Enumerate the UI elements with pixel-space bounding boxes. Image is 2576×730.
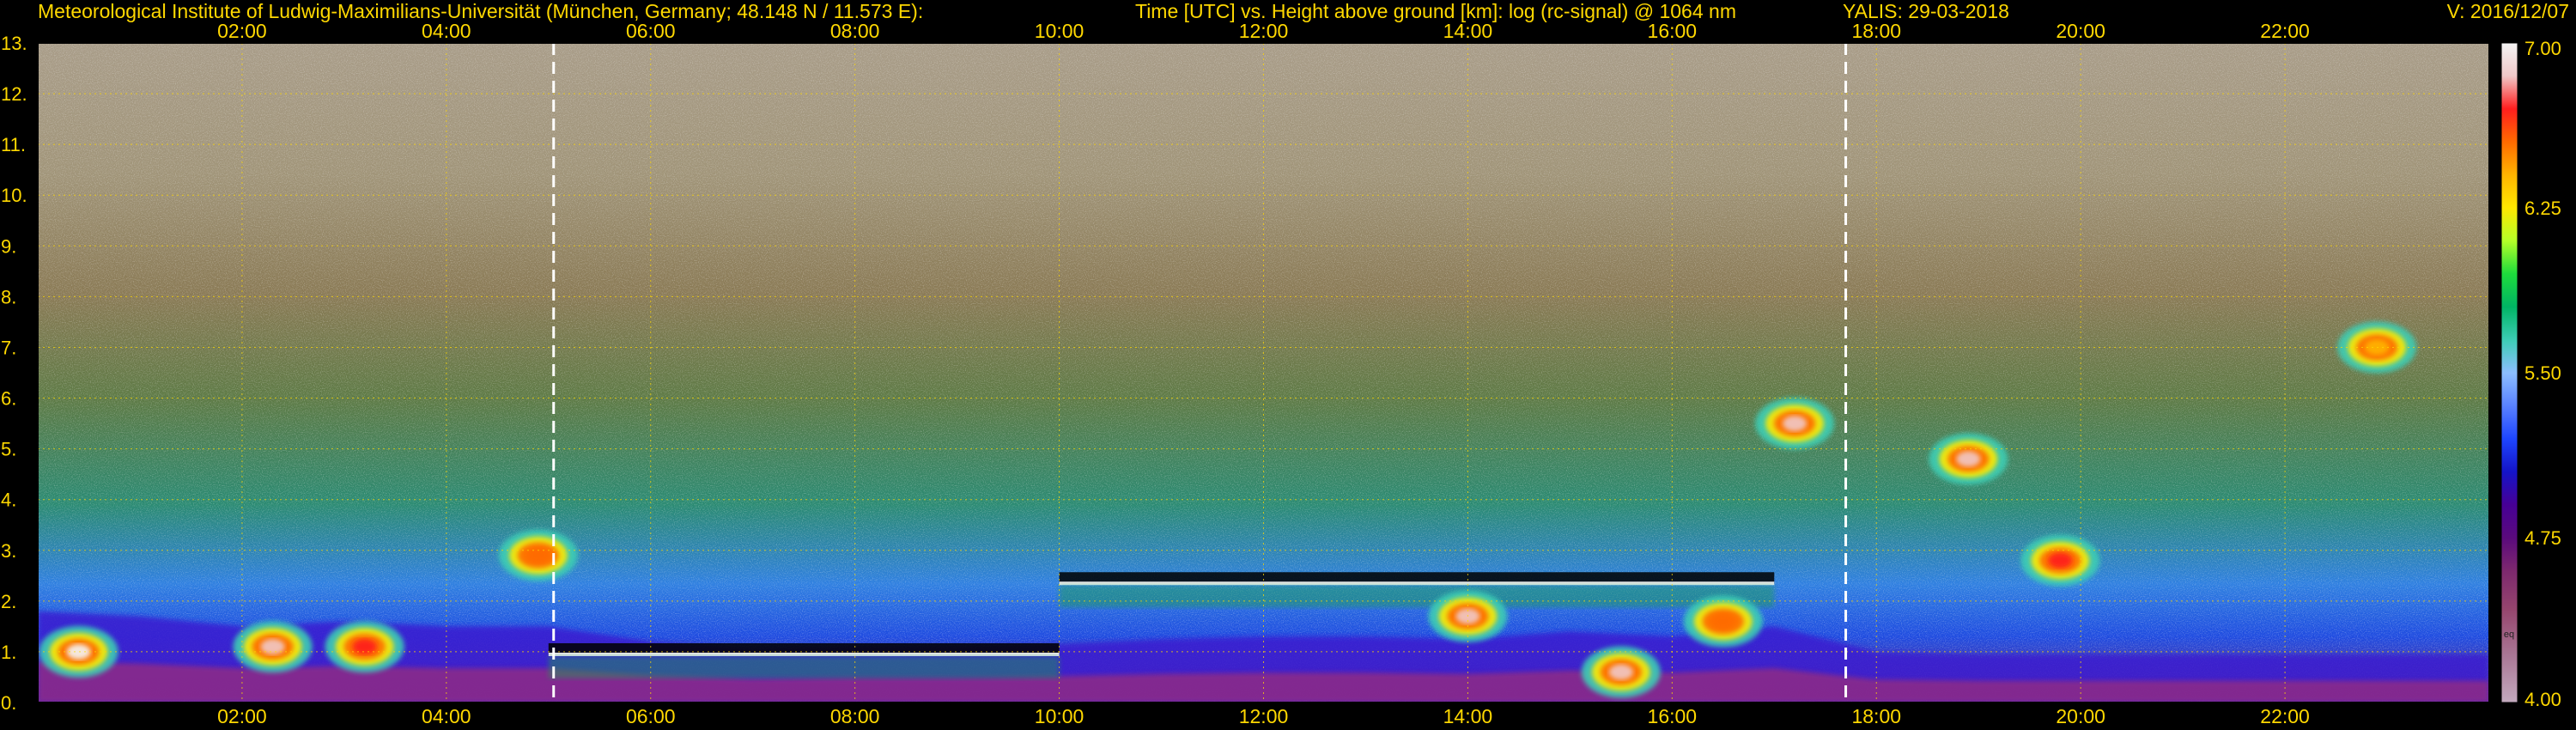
y-tick-label: 0. [1,692,16,714]
cloud-blob [2048,552,2073,569]
x-tick-label-bottom: 22:00 [2260,705,2310,727]
y-tick-label: 10. [1,185,27,206]
x-tick-label-bottom: 14:00 [1443,705,1493,727]
x-tick-label-top: 04:00 [422,20,471,42]
x-tick-label-bottom: 02:00 [217,705,267,727]
cloud-blob [1710,613,1735,630]
x-tick-label-bottom: 18:00 [1851,705,1901,727]
x-tick-label-top: 02:00 [217,20,267,42]
colorbar-gradient [2501,43,2518,703]
y-tick-label: 6. [1,388,16,410]
colorbar-tick-label: 7.00 [2524,38,2561,59]
y-tick-label: 13. [1,33,27,54]
cloud-blob [1608,664,1633,680]
x-tick-label-top: 10:00 [1035,20,1084,42]
aerosol-layer-band [548,655,1060,678]
x-tick-label-bottom: 08:00 [830,705,880,727]
aerosol-layer-band [1059,585,1775,608]
colorbar-tick-label: 4.00 [2524,689,2561,710]
x-tick-label-top: 22:00 [2260,20,2310,42]
y-tick-label: 8. [1,286,16,307]
y-tick-label: 2. [1,591,16,612]
cloud-blob [1783,416,1807,432]
y-tick-label: 12. [1,83,27,105]
y-tick-label: 4. [1,490,16,511]
colorbar-tick-label: 5.50 [2524,362,2561,384]
y-tick-label: 1. [1,642,16,663]
y-tick-label: 11. [1,134,26,155]
y-tick-label: 3. [1,540,16,562]
x-tick-label-top: 20:00 [2056,20,2105,42]
x-tick-label-top: 18:00 [1851,20,1901,42]
plot-area [38,43,2489,703]
aerosol-layer-top-white [548,652,1060,656]
y-tick-label: 7. [1,337,16,358]
x-tick-label-bottom: 06:00 [626,705,676,727]
x-tick-label-bottom: 16:00 [1648,705,1698,727]
x-tick-labels-top: 02:00 04:00 06:00 08:00 10:00 12:00 14:00 16:00… [217,20,2310,42]
x-tick-label-top: 12:00 [1239,20,1289,42]
colorbar-note: eq [2504,630,2514,640]
colorbar-tick-label: 6.25 [2524,198,2561,219]
x-tick-labels-bottom: 02:00 04:00 06:00 08:00 10:00 12:00 14:00 16:00… [217,705,2310,727]
x-tick-label-top: 16:00 [1648,20,1698,42]
cloud-blob [1956,451,1981,467]
x-tick-label-bottom: 20:00 [2056,705,2105,727]
y-tick-label: 9. [1,235,16,257]
colorbar: 7.00 6.25 5.50 4.75 4.00 eq [2500,38,2561,710]
x-tick-label-top: 14:00 [1443,20,1493,42]
x-tick-label-bottom: 10:00 [1035,705,1084,727]
colorbar-tick-label: 4.75 [2524,527,2561,549]
x-tick-label-top: 06:00 [626,20,676,42]
aerosol-layer-top-white [1059,581,1775,586]
y-tick-labels: 0. 1. 2. 3. 4. 5. 6. 7. 8. 9. 10. 11. 12. 13. [1,33,27,714]
x-tick-label-bottom: 04:00 [422,705,471,727]
lidar-quicklook-chart: 02:00 04:00 06:00 08:00 10:00 12:00 14:00 16:00… [1,20,2561,727]
colorbar-tick-labels: 7.00 6.25 5.50 4.75 4.00 [2524,38,2561,710]
x-tick-label-top: 08:00 [830,20,880,42]
x-tick-label-bottom: 12:00 [1239,705,1289,727]
y-tick-label: 5. [1,439,16,460]
